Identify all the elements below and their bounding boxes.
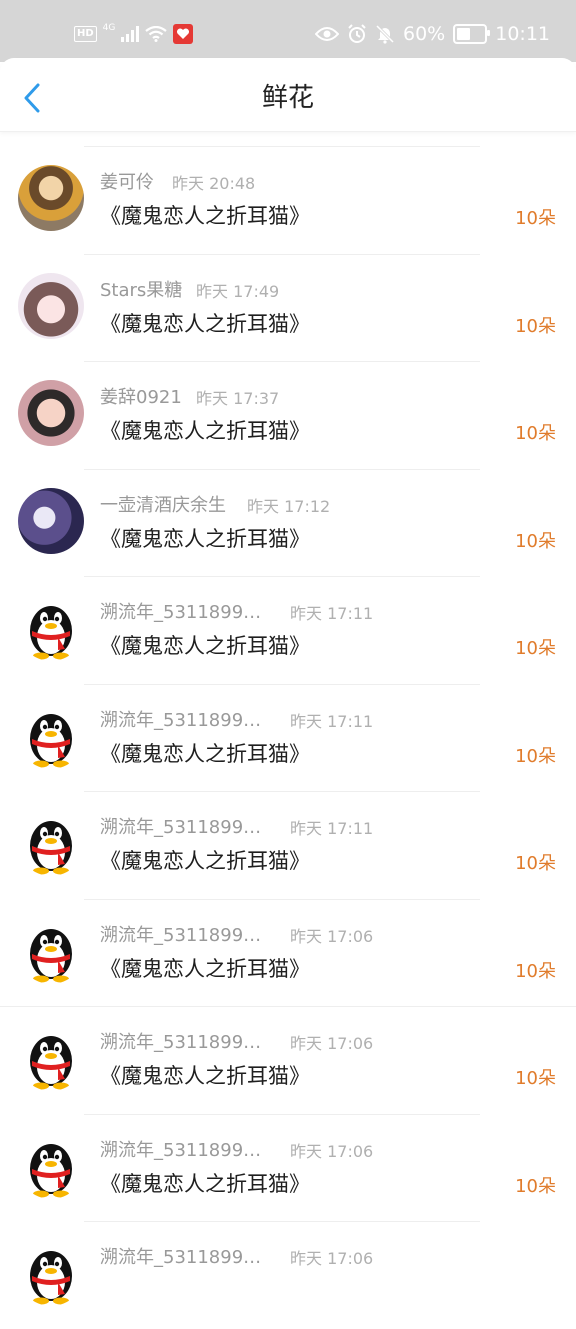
list-item[interactable]: 溯流年_53118995... 昨天 17:06 《魔鬼恋人之折耳猫》 10朵 <box>0 1006 576 1114</box>
timestamp: 昨天 17:06 <box>290 1141 374 1161</box>
row-divider <box>84 1113 480 1115</box>
timestamp: 昨天 20:48 <box>172 174 256 193</box>
row-divider <box>84 898 480 900</box>
row-divider <box>84 1221 480 1222</box>
book-title: 《魔鬼恋人之折耳猫》 <box>100 956 310 981</box>
timestamp: 昨天 17:11 <box>290 604 374 623</box>
row-divider <box>84 791 480 792</box>
timestamp: 昨天 17:06 <box>290 926 374 946</box>
timestamp: 昨天 17:37 <box>196 389 280 408</box>
list-item[interactable]: 溯流年_53118995... 昨天 17:06 <box>0 1221 576 1329</box>
user-name: 姜可伶 <box>100 172 154 193</box>
penguin-avatar-icon[interactable] <box>18 1133 84 1199</box>
user-name: Stars果糖 <box>100 279 183 301</box>
timestamp: 昨天 17:11 <box>290 819 374 838</box>
flower-list: 姜可伶 昨天 20:48 《魔鬼恋人之折耳猫》 10朵 Stars果糖 昨天 17:49 《… <box>0 146 576 1329</box>
user-name: 一壶清酒庆余生 <box>100 494 226 516</box>
app-notification-icon <box>173 24 194 44</box>
avatar[interactable] <box>18 165 84 231</box>
network-type: 4G <box>102 23 116 33</box>
timestamp: 昨天 17:11 <box>290 711 374 731</box>
row-divider <box>0 1006 576 1007</box>
list-item[interactable]: Stars果糖 昨天 17:49 《魔鬼恋人之折耳猫》 10朵 <box>0 253 576 362</box>
user-name: 溯流年_53118995... <box>100 817 270 838</box>
flower-count: 10朵 <box>515 745 556 767</box>
avatar[interactable] <box>18 380 84 446</box>
row-divider <box>84 253 480 255</box>
user-name: 姜辞0921 <box>100 387 182 408</box>
timestamp: 昨天 17:49 <box>196 281 280 301</box>
flower-count: 10朵 <box>515 638 556 659</box>
status-right: 60% 10:11 <box>315 20 550 48</box>
list-item[interactable]: 溯流年_53118995... 昨天 17:11 《魔鬼恋人之折耳猫》 10朵 <box>0 791 576 899</box>
user-name: 溯流年_53118995... <box>100 1032 270 1053</box>
user-name: 溯流年_53118995... <box>100 709 270 731</box>
flower-count: 10朵 <box>515 208 556 229</box>
battery-fill <box>457 28 471 40</box>
book-title: 《魔鬼恋人之折耳猫》 <box>100 419 310 443</box>
header-divider <box>0 131 576 132</box>
penguin-avatar-icon[interactable] <box>18 703 84 769</box>
avatar[interactable] <box>18 487 84 554</box>
penguin-avatar-icon[interactable] <box>18 1025 84 1091</box>
flower-count: 10朵 <box>515 960 556 982</box>
nav-bar: 鲜花 <box>0 58 576 132</box>
timestamp: 昨天 17:06 <box>290 1249 374 1268</box>
flower-count: 10朵 <box>515 315 556 337</box>
book-title: 《魔鬼恋人之折耳猫》 <box>100 526 310 551</box>
book-title: 《魔鬼恋人之折耳猫》 <box>100 741 310 766</box>
eye-icon <box>315 27 339 41</box>
avatar[interactable] <box>18 272 84 339</box>
row-divider <box>84 146 480 147</box>
book-title: 《魔鬼恋人之折耳猫》 <box>100 204 310 228</box>
battery-percent: 60% <box>403 23 446 45</box>
penguin-avatar-icon[interactable] <box>18 810 84 876</box>
list-item[interactable]: 溯流年_53118995... 昨天 17:11 《魔鬼恋人之折耳猫》 10朵 <box>0 576 576 684</box>
penguin-avatar-icon[interactable] <box>18 918 84 984</box>
timestamp: 昨天 17:06 <box>290 1034 374 1053</box>
hd-badge: HD <box>74 26 97 42</box>
row-divider <box>84 683 480 685</box>
list-item[interactable]: 一壶清酒庆余生 昨天 17:12 《魔鬼恋人之折耳猫》 10朵 <box>0 468 576 577</box>
alarm-icon <box>348 24 366 43</box>
list-item[interactable]: 姜可伶 昨天 20:48 《魔鬼恋人之折耳猫》 10朵 <box>0 146 576 254</box>
timestamp: 昨天 17:12 <box>247 496 331 516</box>
list-item[interactable]: 溯流年_53118995... 昨天 17:11 《魔鬼恋人之折耳猫》 10朵 <box>0 683 576 792</box>
battery-icon <box>453 24 491 44</box>
user-name: 溯流年_53118995... <box>100 1247 270 1268</box>
row-divider <box>84 361 480 362</box>
list-item[interactable]: 溯流年_53118995... 昨天 17:06 《魔鬼恋人之折耳猫》 10朵 <box>0 1113 576 1222</box>
flower-count: 10朵 <box>515 853 556 874</box>
flower-count: 10朵 <box>515 423 556 444</box>
flower-count: 10朵 <box>515 1175 556 1197</box>
user-name: 溯流年_53118995... <box>100 1139 270 1161</box>
book-title: 《魔鬼恋人之折耳猫》 <box>100 1064 310 1088</box>
user-name: 溯流年_53118995... <box>100 924 270 946</box>
penguin-avatar-icon[interactable] <box>18 595 84 661</box>
list-item[interactable]: 姜辞0921 昨天 17:37 《魔鬼恋人之折耳猫》 10朵 <box>0 361 576 469</box>
row-divider <box>84 576 480 577</box>
book-title: 《魔鬼恋人之折耳猫》 <box>100 634 310 658</box>
signal-icon <box>121 26 140 42</box>
book-title: 《魔鬼恋人之折耳猫》 <box>100 1171 310 1196</box>
book-title: 《魔鬼恋人之折耳猫》 <box>100 849 310 873</box>
user-name: 溯流年_53118995... <box>100 602 270 623</box>
status-bar: HD 4G 60% 10:11 <box>0 0 576 62</box>
mute-bell-icon <box>375 24 395 44</box>
page-title: 鲜花 <box>261 83 314 113</box>
flower-count: 10朵 <box>515 1068 556 1089</box>
list-item[interactable]: 溯流年_53118995... 昨天 17:06 《魔鬼恋人之折耳猫》 10朵 <box>0 898 576 1007</box>
penguin-avatar-icon[interactable] <box>18 1240 84 1306</box>
row-divider <box>84 468 480 470</box>
book-title: 《魔鬼恋人之折耳猫》 <box>100 311 310 336</box>
wifi-icon <box>145 26 168 42</box>
clock: 10:11 <box>495 23 550 45</box>
status-left: HD 4G <box>74 22 194 46</box>
flower-count: 10朵 <box>515 530 556 552</box>
